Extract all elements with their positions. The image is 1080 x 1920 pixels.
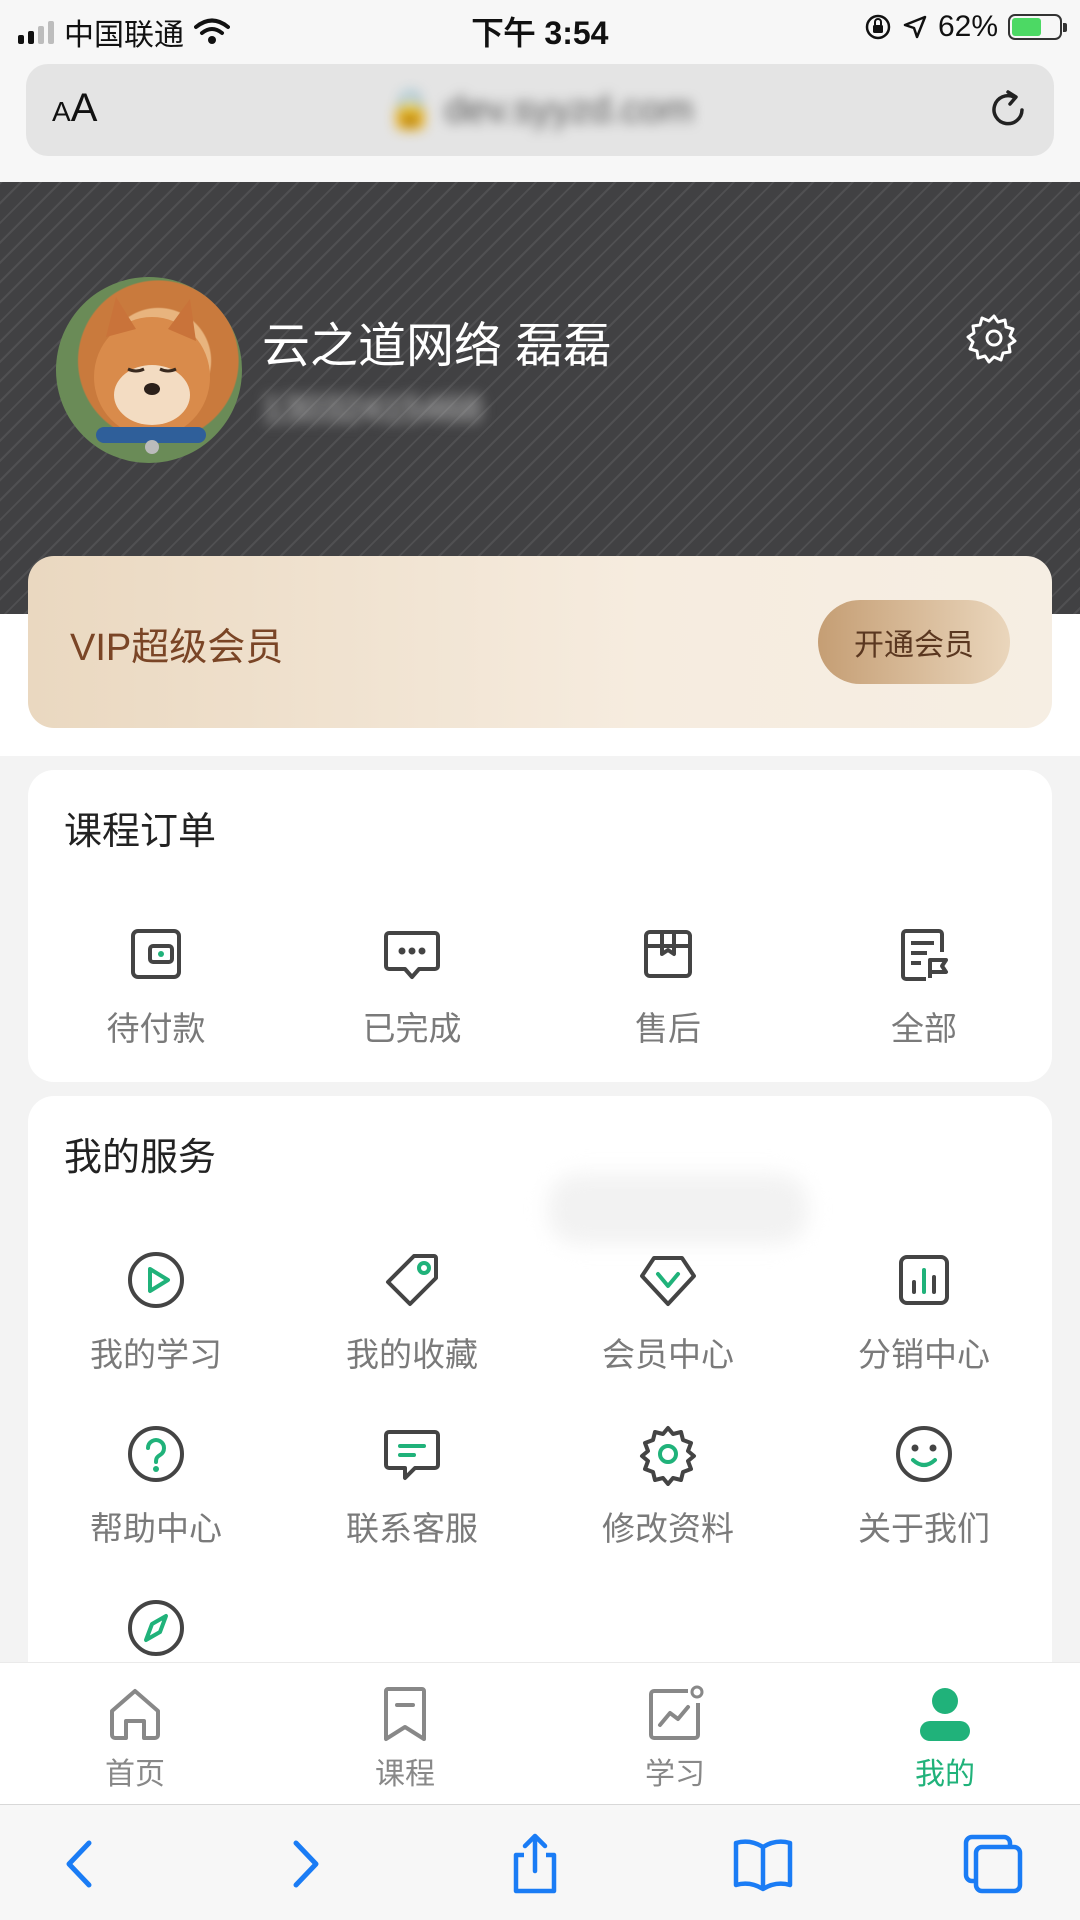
status-bar: 中国联通 下午 3:54 62%: [0, 0, 1080, 54]
username: 云之道网络 磊磊: [262, 320, 612, 373]
wallet-icon: [131, 929, 181, 979]
course-orders-card: 课程订单 待付款 已完成 售后 全部: [28, 770, 1052, 1082]
tab-learning[interactable]: 学习: [605, 1681, 745, 1793]
order-pending-payment[interactable]: 待付款: [28, 922, 284, 1050]
gear-icon: [640, 1426, 696, 1486]
url-label: dev.syyzd.com: [444, 89, 694, 131]
service-member-center[interactable]: 会员中心: [540, 1248, 796, 1376]
home-icon: [110, 1689, 160, 1740]
browser-toolbar: [0, 1804, 1080, 1920]
bar-chart-icon: [899, 1255, 949, 1305]
compass-icon: [128, 1600, 184, 1656]
settings-gear-icon[interactable]: [966, 310, 1022, 366]
orders-title: 课程订单: [64, 811, 217, 853]
service-distribution-center[interactable]: 分销中心: [796, 1248, 1052, 1376]
message-icon: [384, 1430, 440, 1480]
service-my-learning[interactable]: 我的学习: [28, 1248, 284, 1376]
service-edit-profile[interactable]: 修改资料: [540, 1422, 796, 1550]
services-title: 我的服务: [64, 1137, 217, 1179]
bookmarks-book-icon[interactable]: [728, 1829, 798, 1899]
document-list-icon: [901, 929, 948, 981]
service-contact-support[interactable]: 联系客服: [284, 1422, 540, 1550]
bottom-tab-bar: 首页 课程 学习 我的: [0, 1662, 1080, 1804]
location-icon: [903, 15, 927, 39]
browser-address-area: AA 🔒 dev.syyzd.com: [0, 54, 1080, 182]
vip-title: VIP超级会员: [70, 627, 284, 669]
vip-diamond-icon: [640, 1256, 696, 1306]
back-icon[interactable]: [45, 1829, 115, 1899]
phone-number: 13032415468: [262, 388, 483, 429]
tab-courses[interactable]: 课程: [335, 1681, 475, 1793]
service-about-us[interactable]: 关于我们: [796, 1422, 1052, 1550]
help-circle-icon: [128, 1426, 184, 1482]
order-completed[interactable]: 已完成: [284, 922, 540, 1050]
url-text[interactable]: 🔒 dev.syyzd.com: [26, 88, 1054, 132]
forward-icon[interactable]: [270, 1829, 340, 1899]
tabs-icon[interactable]: [958, 1829, 1028, 1899]
user-icon: [920, 1688, 970, 1741]
my-services-card: 我的服务 我的学习 我的收藏 会员中心 分销中心 帮助中心 联系客服 修改资料 …: [28, 1096, 1052, 1696]
tab-mine[interactable]: 我的: [875, 1681, 1015, 1793]
dog-avatar-image: [94, 297, 210, 454]
service-help-center[interactable]: 帮助中心: [28, 1422, 284, 1550]
status-right-group: 62%: [864, 10, 1067, 44]
tab-home[interactable]: 首页: [65, 1681, 205, 1793]
bookmark-icon: [384, 1687, 426, 1741]
box-icon: [644, 930, 692, 978]
reload-icon[interactable]: [984, 86, 1032, 134]
tag-icon: [386, 1254, 438, 1306]
chat-dots-icon: [384, 931, 440, 979]
profile-header: 云之道网络 磊磊 13032415468: [0, 182, 1080, 614]
play-circle-icon: [128, 1252, 184, 1308]
share-icon[interactable]: [500, 1829, 570, 1899]
avatar[interactable]: [56, 277, 242, 463]
orientation-lock-icon: [865, 14, 891, 40]
battery-percent: 62%: [937, 10, 998, 43]
service-my-favorites[interactable]: 我的收藏: [284, 1248, 540, 1376]
lock-icon: 🔒: [386, 89, 435, 131]
smile-icon: [896, 1426, 952, 1482]
battery-icon: [1008, 14, 1067, 40]
order-after-sales[interactable]: 售后: [540, 922, 796, 1050]
address-bar[interactable]: AA 🔒 dev.syyzd.com: [26, 64, 1054, 156]
open-membership-button[interactable]: 开通会员: [818, 600, 1010, 684]
chart-icon: [649, 1685, 704, 1740]
vip-card[interactable]: VIP超级会员 开通会员: [28, 556, 1052, 728]
order-all[interactable]: 全部: [796, 922, 1052, 1050]
